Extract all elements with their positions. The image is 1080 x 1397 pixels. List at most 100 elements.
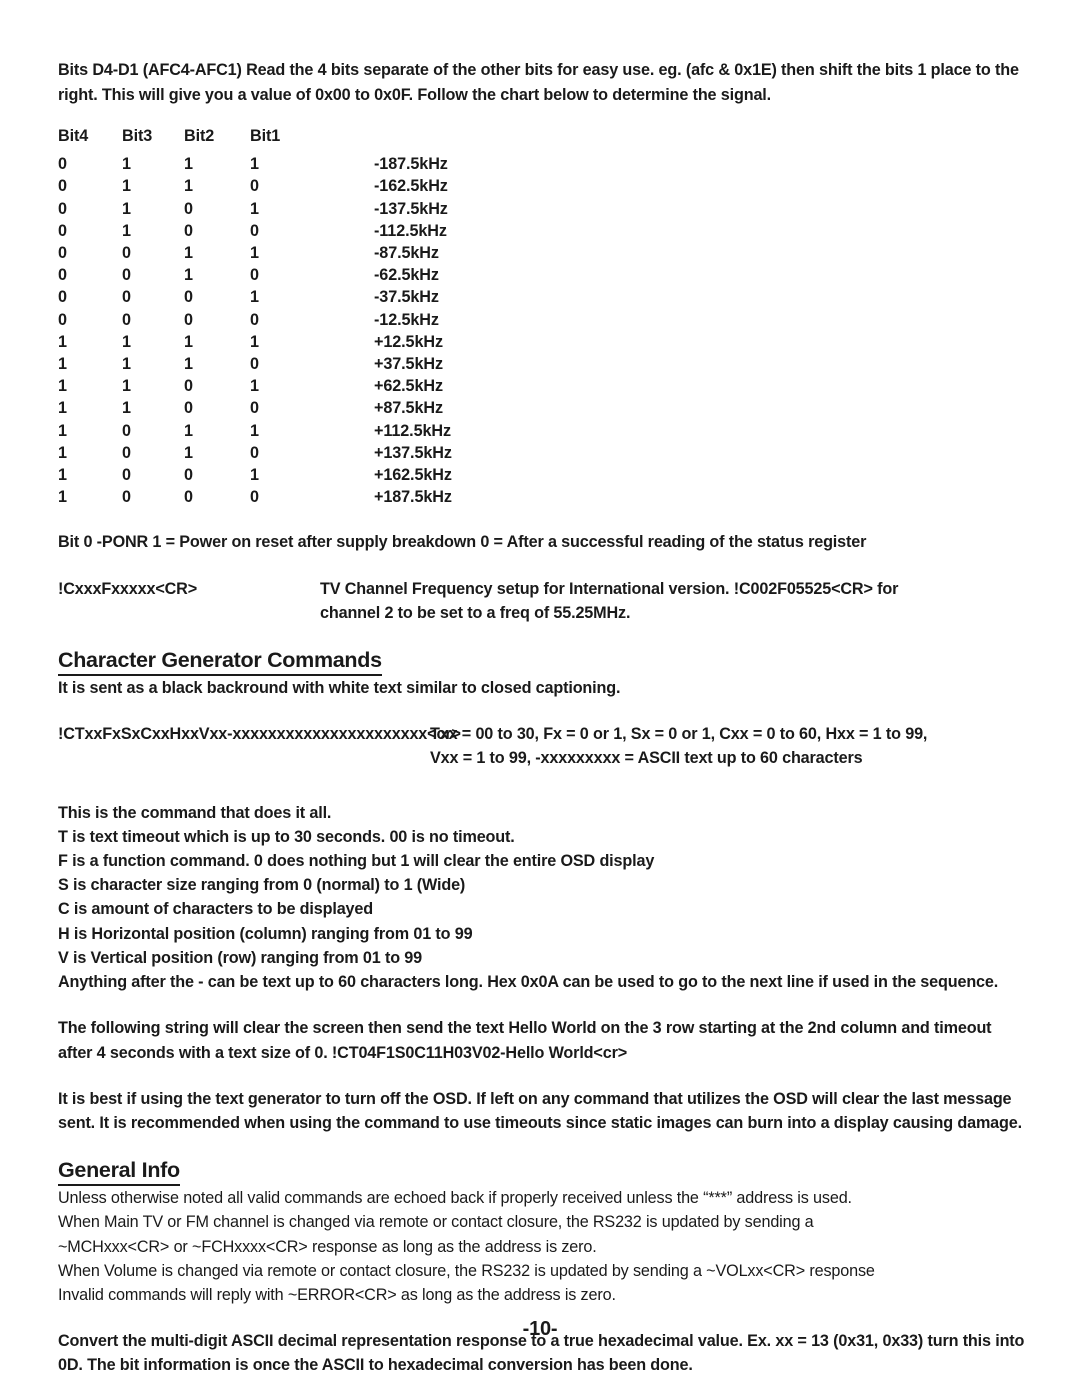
bit3-value: 1 [122, 355, 131, 374]
bit3-value: 0 [122, 443, 131, 462]
bit3-value: 1 [122, 155, 131, 174]
column-header-bit1: Bit1 [250, 127, 281, 145]
bit3-value: 1 [122, 177, 131, 196]
character-generator-description-list: This is the command that does it all. T i… [58, 801, 1026, 995]
table-body: 0 1 1 1 -187.5kHz 0 1 1 0 -162.5kHz 0 1 0 1 -137.5kHz 0… [58, 153, 554, 508]
bit1-value: 1 [250, 421, 259, 440]
frequency-value: +62.5kHz [374, 377, 443, 396]
bit4-value: 0 [58, 244, 67, 263]
table-row: 1 1 0 0 +87.5kHz [58, 397, 554, 419]
table-row: 0 1 0 0 -112.5kHz [58, 220, 554, 242]
bit1-value: 0 [250, 355, 259, 374]
character-generator-subtitle: It is sent as a black backround with whi… [58, 679, 621, 698]
bit4-value: 1 [58, 466, 67, 485]
table-row: 1 0 1 1 +112.5kHz [58, 420, 554, 442]
bit3-value: 1 [122, 332, 131, 351]
bit4-value: 1 [58, 443, 67, 462]
frequency-value: -112.5kHz [374, 221, 447, 240]
description-line: H is Horizontal position (column) rangin… [58, 924, 473, 943]
bit2-value: 1 [184, 177, 193, 196]
bit2-value: 0 [184, 288, 193, 307]
table-row: 1 1 1 1 +12.5kHz [58, 331, 554, 353]
general-info-line: When Volume is changed via remote or con… [58, 1261, 875, 1280]
frequency-value: +162.5kHz [374, 466, 452, 485]
frequency-value: +12.5kHz [374, 332, 443, 351]
bit4-value: 0 [58, 199, 67, 218]
column-header-bit4: Bit4 [58, 127, 89, 145]
tv-channel-command-description: TV Channel Frequency setup for Internati… [320, 577, 1026, 625]
bit1-value: 0 [250, 443, 259, 462]
frequency-value: -187.5kHz [374, 155, 448, 174]
frequency-value: -137.5kHz [374, 199, 448, 218]
bit2-value: 1 [184, 266, 193, 285]
bit1-value: 0 [250, 488, 259, 507]
description-line: This is the command that does it all. [58, 803, 332, 822]
bit1-value: 0 [250, 399, 259, 418]
bit3-value: 0 [122, 288, 131, 307]
bit3-value: 0 [122, 466, 131, 485]
ponr-description: Bit 0 -PONR 1 = Power on reset after sup… [58, 533, 867, 552]
bit1-value: 0 [250, 310, 259, 329]
bit3-value: 0 [122, 266, 131, 285]
frequency-value: -87.5kHz [374, 244, 439, 263]
character-generator-desc-line-2: Vxx = 1 to 99, -xxxxxxxxx = ASCII text u… [430, 749, 863, 768]
bit2-value: 0 [184, 399, 193, 418]
table-row: 0 0 0 1 -37.5kHz [58, 286, 554, 308]
page-number: -10- [522, 1318, 558, 1340]
table-row: 0 1 1 1 -187.5kHz [58, 153, 554, 175]
general-info-heading-wrap: General Info [58, 1157, 1026, 1187]
general-info-line: Unless otherwise noted all valid command… [58, 1189, 852, 1208]
bit4-value: 0 [58, 177, 67, 196]
character-generator-command-code: !CTxxFxSxCxxHxxVxx-xxxxxxxxxxxxxxxxxxxxx… [58, 725, 461, 744]
bit2-value: 1 [184, 421, 193, 440]
frequency-value: +112.5kHz [374, 421, 451, 440]
bit2-value: 1 [184, 155, 193, 174]
bit3-value: 0 [122, 310, 131, 329]
frequency-value: +187.5kHz [374, 488, 452, 507]
description-line: Anything after the - can be text up to 6… [58, 973, 999, 992]
table-row: 0 1 0 1 -137.5kHz [58, 198, 554, 220]
frequency-value: -162.5kHz [374, 177, 448, 196]
frequency-value: -37.5kHz [374, 288, 439, 307]
table-row: 0 0 1 0 -62.5kHz [58, 264, 554, 286]
table-row: 0 1 1 0 -162.5kHz [58, 175, 554, 197]
bit2-value: 1 [184, 443, 193, 462]
general-info-heading: General Info [58, 1157, 180, 1187]
bit3-value: 0 [122, 421, 131, 440]
document-page: Bits D4-D1 (AFC4-AFC1) Read the 4 bits s… [0, 0, 1080, 1397]
bit4-value: 0 [58, 155, 67, 174]
bit2-value: 1 [184, 332, 193, 351]
description-line: T is text timeout which is up to 30 seco… [58, 827, 515, 846]
table-row: 1 1 1 0 +37.5kHz [58, 353, 554, 375]
bit4-value: 0 [58, 310, 67, 329]
bit1-value: 1 [250, 244, 259, 263]
column-header-bit2: Bit2 [184, 127, 215, 145]
bit4-value: 1 [58, 421, 67, 440]
bit4-value: 1 [58, 355, 67, 374]
frequency-value: -12.5kHz [374, 310, 439, 329]
bit4-value: 1 [58, 399, 67, 418]
description-line: V is Vertical position (row) ranging fro… [58, 948, 422, 967]
bit1-value: 1 [250, 332, 259, 351]
bit3-value: 1 [122, 199, 131, 218]
bit4-value: 1 [58, 332, 67, 351]
bit4-value: 0 [58, 221, 67, 240]
tv-channel-command-row: !CxxxFxxxxx<CR> TV Channel Frequency set… [58, 577, 1026, 625]
column-header-frequency [374, 125, 554, 153]
bit2-value: 1 [184, 355, 193, 374]
bit3-value: 1 [122, 221, 131, 240]
bit1-value: 1 [250, 288, 259, 307]
character-generator-osd-note: It is best if using the text generator t… [58, 1089, 1022, 1132]
table-row: 1 0 0 1 +162.5kHz [58, 464, 554, 486]
bit3-value: 0 [122, 488, 131, 507]
general-info-line: Invalid commands will reply with ~ERROR<… [58, 1285, 616, 1304]
character-generator-example: The following string will clear the scre… [58, 1019, 992, 1062]
bit2-value: 1 [184, 244, 193, 263]
character-generator-heading: Character Generator Commands [58, 647, 382, 677]
frequency-value: +137.5kHz [374, 443, 452, 462]
intro-paragraph: Bits D4-D1 (AFC4-AFC1) Read the 4 bits s… [58, 61, 1019, 104]
bit1-value: 1 [250, 377, 259, 396]
